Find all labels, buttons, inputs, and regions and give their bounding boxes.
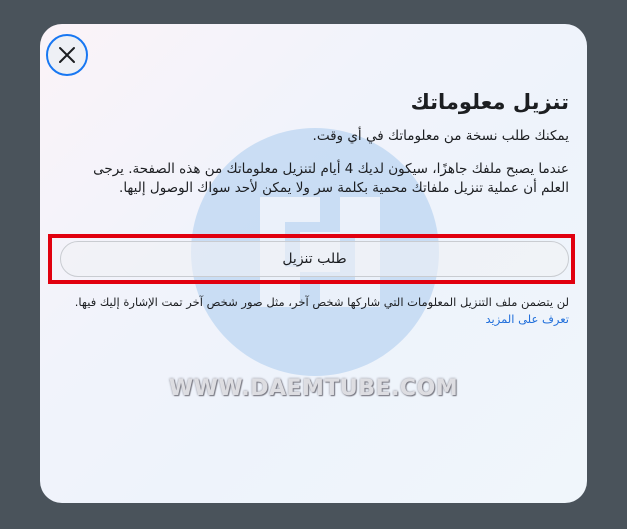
dialog-subtitle: يمكنك طلب نسخة من معلوماتك في أي وقت. — [312, 128, 569, 144]
watermark-text: WWW.DAEMTUBE.COM — [168, 376, 459, 401]
request-download-button[interactable]: طلب تنزيل — [60, 241, 569, 277]
note-text: لن يتضمن ملف التنزيل المعلومات التي شارك… — [74, 295, 569, 309]
close-button[interactable] — [46, 34, 88, 76]
download-note: لن يتضمن ملف التنزيل المعلومات التي شارك… — [66, 294, 569, 328]
close-icon — [59, 47, 75, 63]
dialog-title: تنزيل معلوماتك — [410, 90, 569, 114]
download-info-dialog: WWW.DAEMTUBE.COM تنزيل معلوماتك يمكنك طل… — [40, 24, 587, 503]
learn-more-link[interactable]: تعرف على المزيد — [485, 312, 569, 326]
dialog-description: عندما يصبح ملفك جاهزًا، سيكون لديك 4 أيا… — [93, 161, 569, 196]
